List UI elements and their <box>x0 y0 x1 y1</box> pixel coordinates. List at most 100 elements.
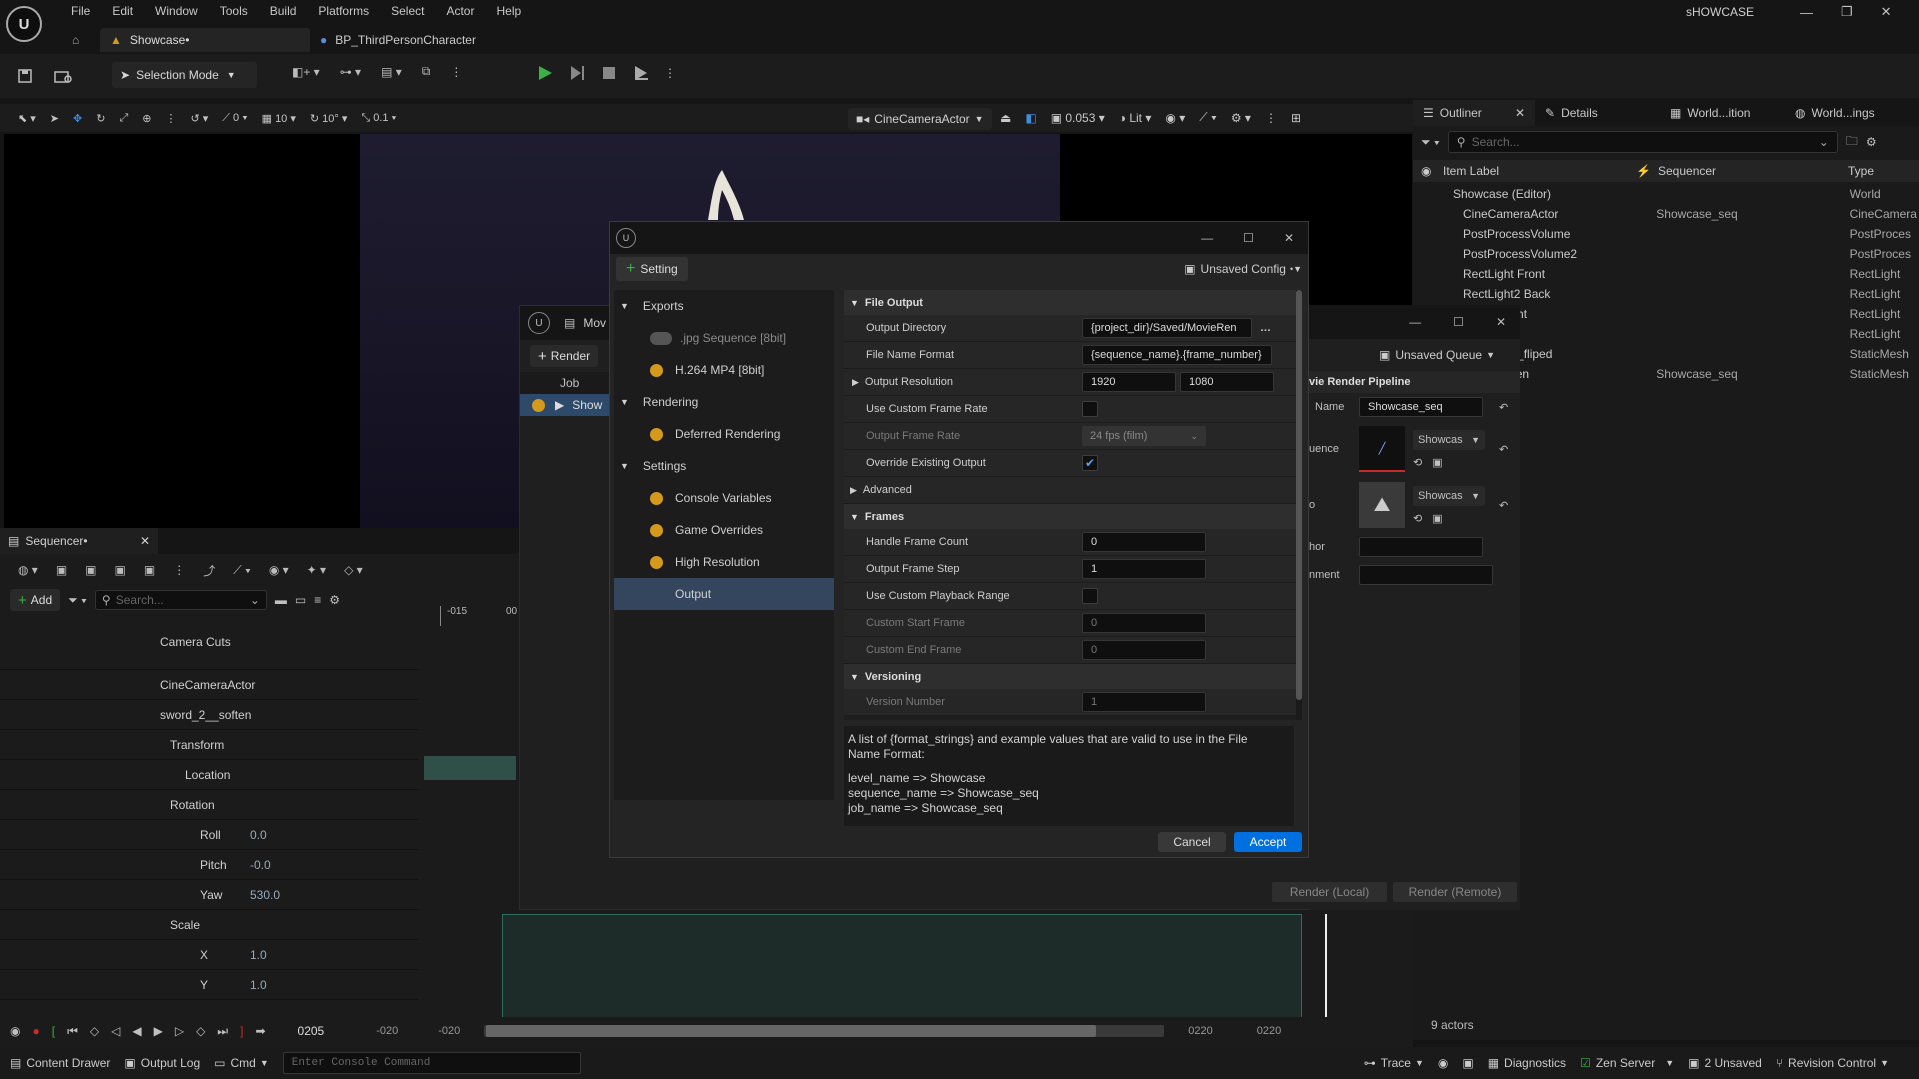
output-frame-step-field[interactable]: 1 <box>1082 559 1206 579</box>
close-icon[interactable]: ✕ <box>1496 315 1506 329</box>
track-value[interactable]: 1.0 <box>250 978 267 992</box>
scale-icon[interactable]: ⤢ <box>119 112 128 125</box>
tab-sequencer[interactable]: ▤ Sequencer• ✕ <box>0 528 158 554</box>
minimize-icon[interactable]: — <box>1201 231 1213 245</box>
mrq-render-button[interactable]: + Render <box>530 345 599 367</box>
grid-snap-icon[interactable]: ▦ 10 ▾ <box>262 112 296 125</box>
cancel-button[interactable]: Cancel <box>1158 832 1226 852</box>
key-icon[interactable]: ⟋ ▾ <box>233 563 251 578</box>
revision-control-button[interactable]: ⑂ Revision Control ▼ <box>1776 1056 1889 1070</box>
restore-icon[interactable]: ☐ <box>1243 231 1254 245</box>
more-icon[interactable]: ⋮ <box>173 563 185 577</box>
sequencer-track[interactable]: CineCameraActor <box>0 670 418 700</box>
render-remote-button[interactable]: Render (Remote) <box>1393 882 1517 902</box>
settings-item-selected[interactable]: Output <box>614 578 834 610</box>
curve-editor-icon[interactable]: ⤴ <box>203 562 215 579</box>
handle-frame-count-field[interactable]: 0 <box>1082 532 1206 552</box>
sequencer-search-input[interactable]: ⚲ Search... ⌄ <box>94 590 267 610</box>
range-end[interactable]: 0220 <box>1257 1025 1281 1037</box>
settings-item[interactable]: Game Overrides <box>614 514 834 546</box>
close-icon[interactable]: ✕ <box>1515 100 1525 126</box>
selection-mode-dropdown[interactable]: ➤ Selection Mode ▼ <box>112 62 257 88</box>
col-item-label[interactable]: Item Label <box>1443 164 1636 178</box>
sequencer-track[interactable]: Rotation <box>0 790 418 820</box>
menu-tools[interactable]: Tools <box>209 0 259 22</box>
camera-icon[interactable]: ▣ <box>115 563 126 577</box>
outliner-row[interactable]: PostProcessVolume PostProces <box>1413 224 1919 244</box>
set-start-icon[interactable]: [ <box>52 1024 55 1038</box>
add-setting-button[interactable]: + Setting <box>616 257 688 281</box>
select-icon[interactable]: ➤ <box>50 112 59 125</box>
sequencer-track[interactable]: Roll 0.0 <box>0 820 418 850</box>
find-icon[interactable]: ▣ <box>85 563 96 577</box>
layout-icon[interactable]: ⊞ <box>1291 111 1301 125</box>
view-range-end[interactable]: 0220 <box>1188 1025 1212 1037</box>
render-movie-icon[interactable]: ▣ <box>144 563 155 577</box>
sequencer-track[interactable]: Location <box>0 760 418 790</box>
tab-bp-thirdperson[interactable]: ● BP_ThirdPersonCharacter <box>310 28 530 52</box>
override-existing-output-checkbox[interactable]: ✔ <box>1082 455 1098 471</box>
content-browser-icon[interactable] <box>52 64 74 88</box>
settings-group[interactable]: ▼ Exports <box>614 290 834 322</box>
toggle-on-icon[interactable] <box>650 427 663 441</box>
add-actor-icon[interactable]: ◧+ ▾ <box>292 65 320 79</box>
menu-select[interactable]: Select <box>380 0 435 22</box>
play-options-icon[interactable]: ⋮ <box>664 66 676 80</box>
custom-end-frame-field[interactable]: 0 <box>1082 640 1206 660</box>
play-icon[interactable] <box>536 64 554 82</box>
file-name-format-field[interactable]: {sequence_name}.{frame_number} <box>1082 345 1272 365</box>
sequencer-track[interactable]: sword_2__soften <box>0 700 418 730</box>
settings-gear-icon[interactable]: ⚙ <box>329 593 340 607</box>
scale-snap-icon[interactable]: ⤡ 0.1 ▾ <box>361 112 396 125</box>
use-custom-frame-rate-checkbox[interactable] <box>1082 401 1098 417</box>
close-icon[interactable]: ✕ <box>1881 4 1892 20</box>
step-forward-icon[interactable]: ▷ <box>175 1024 184 1038</box>
sequencer-track[interactable]: X 1.0 <box>0 940 418 970</box>
toggle-on-icon[interactable] <box>650 491 663 505</box>
menu-file[interactable]: File <box>60 0 101 22</box>
sequencer-track[interactable]: Scale <box>0 910 418 940</box>
outliner-row[interactable]: RectLight2 Back RectLight <box>1413 284 1919 304</box>
reset-icon[interactable]: ↶ <box>1499 443 1508 456</box>
render-local-button[interactable]: Render (Local) <box>1272 882 1387 902</box>
menu-window[interactable]: Window <box>144 0 209 22</box>
tab-outliner[interactable]: ☰ Outliner ✕ <box>1413 100 1535 126</box>
toggle-on-icon[interactable] <box>650 555 663 569</box>
track-value[interactable]: 530.0 <box>250 888 280 902</box>
screenshot-icon[interactable]: ▣ <box>1462 1056 1473 1070</box>
outliner-row[interactable]: PostProcessVolume2 PostProces <box>1413 244 1919 264</box>
settings-item[interactable]: High Resolution <box>614 546 834 578</box>
unsaved-config-dropdown[interactable]: ▣ Unsaved Config •▼ <box>1184 262 1302 276</box>
versioning-header[interactable]: ▼ Versioning <box>844 664 1301 689</box>
current-frame[interactable]: 0205 <box>298 1024 325 1038</box>
play-forward-icon[interactable]: ▶ <box>154 1024 163 1038</box>
translate-icon[interactable]: ✥ <box>73 112 82 125</box>
pilot-icon[interactable]: ⏏ <box>1000 111 1011 125</box>
track-value[interactable]: -0.0 <box>250 858 271 872</box>
platform-icon[interactable]: ⧉ <box>422 64 431 79</box>
add-track-button[interactable]: + Add <box>10 589 61 611</box>
browse-icon[interactable]: ▣ <box>1432 456 1442 469</box>
save-icon[interactable]: ▣ <box>56 563 67 577</box>
col-type[interactable]: Type <box>1848 164 1874 178</box>
playback-icon[interactable]: ◉ ▾ <box>269 563 289 577</box>
jump-end-icon[interactable]: ⏭ <box>217 1024 228 1039</box>
rotate-icon[interactable]: ↻ <box>96 112 105 125</box>
tab-details[interactable]: ✎ Details <box>1535 100 1660 126</box>
jump-start-icon[interactable]: ⏮ <box>67 1024 78 1039</box>
expand-arrow-icon[interactable]: ▶ <box>555 398 564 412</box>
toggle-off-icon[interactable] <box>650 331 672 345</box>
stop-icon[interactable] <box>600 64 618 82</box>
set-end-icon[interactable]: ] <box>240 1024 243 1038</box>
output-directory-field[interactable]: {project_dir}/Saved/MovieRen <box>1082 318 1252 338</box>
unsaved-button[interactable]: ▣ 2 Unsaved <box>1688 1056 1762 1070</box>
menu-platforms[interactable]: Platforms <box>307 0 380 22</box>
mrq-name-field[interactable]: Showcase_seq <box>1359 397 1483 417</box>
expand-arrow-icon[interactable]: ▶ <box>852 377 859 387</box>
tab-showcase[interactable]: ▲ Showcase• <box>100 28 310 52</box>
settings-item[interactable]: H.264 MP4 [8bit] <box>614 354 834 386</box>
menu-actor[interactable]: Actor <box>435 0 485 22</box>
use-custom-playback-range-checkbox[interactable] <box>1082 588 1098 604</box>
viewport-options-icon[interactable]: ⬉ ▾ <box>18 112 36 125</box>
more-options-icon[interactable]: ⋮ <box>450 65 462 79</box>
